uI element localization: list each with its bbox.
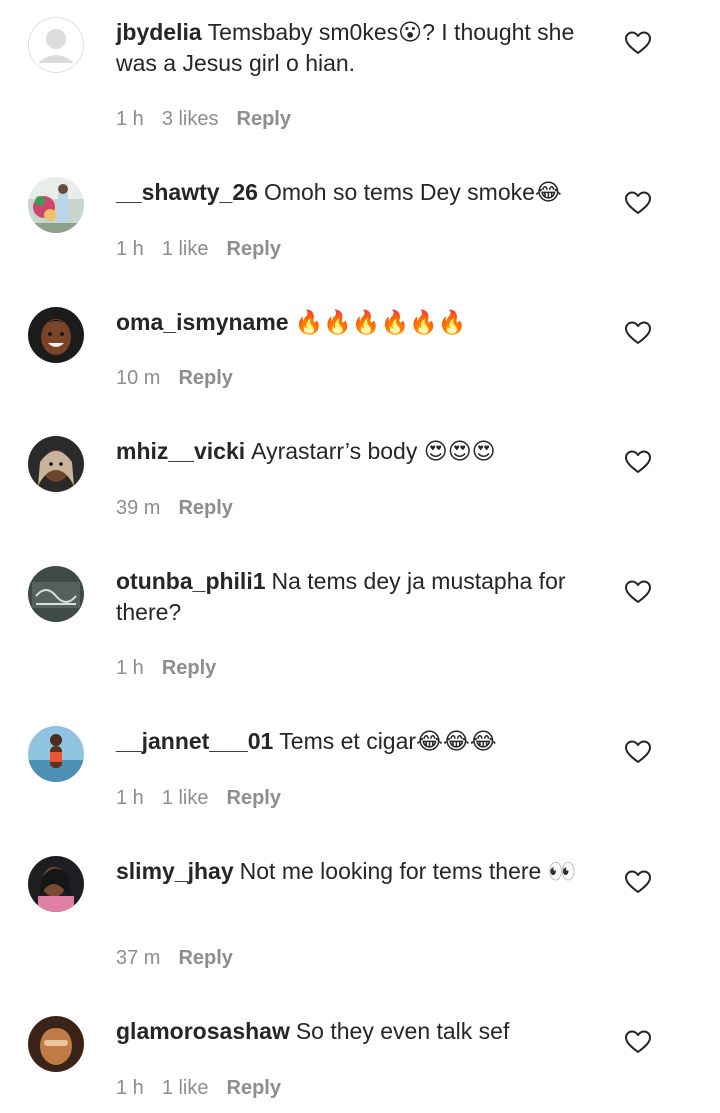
avatar[interactable] bbox=[28, 566, 84, 622]
reply-button[interactable]: Reply bbox=[178, 367, 232, 389]
comment-time: 37 m bbox=[116, 947, 161, 969]
comment-text: Not me looking for tems there 👀 bbox=[239, 858, 577, 884]
comment-likes[interactable]: 3 likes bbox=[162, 108, 219, 130]
comment-body: slimy_jhay Not me looking for tems there … bbox=[116, 856, 586, 887]
comment-time: 1 h bbox=[116, 657, 144, 679]
comment-time: 1 h bbox=[116, 1077, 144, 1099]
comment-username[interactable]: mhiz__vicki bbox=[116, 438, 245, 464]
comment-body: glamorosashaw So they even talk sef bbox=[116, 1016, 586, 1047]
like-button[interactable] bbox=[624, 30, 652, 56]
reply-button[interactable]: Reply bbox=[227, 238, 281, 260]
like-button[interactable] bbox=[624, 449, 652, 475]
comment-body: jbydelia Temsbaby sm0kes😮? I thought she … bbox=[116, 17, 586, 79]
heart-outline-icon bbox=[625, 580, 651, 603]
like-button[interactable] bbox=[624, 739, 652, 765]
like-button[interactable] bbox=[624, 1029, 652, 1055]
comment-time: 1 h bbox=[116, 787, 144, 809]
avatar[interactable] bbox=[28, 177, 84, 233]
heart-outline-icon bbox=[625, 191, 651, 214]
comment-body: mhiz__vicki Ayrastarr’s body 😍😍😍 bbox=[116, 436, 586, 467]
comment-text: So they even talk sef bbox=[295, 1018, 510, 1044]
comment-username[interactable]: jbydelia bbox=[116, 19, 202, 45]
comment-likes[interactable]: 1 like bbox=[162, 238, 209, 260]
avatar[interactable] bbox=[28, 1016, 84, 1072]
comment-meta: 1 h 1 like Reply bbox=[116, 1077, 299, 1100]
reply-button[interactable]: Reply bbox=[178, 497, 232, 519]
comment-time: 10 m bbox=[116, 367, 161, 389]
comment-username[interactable]: slimy_jhay bbox=[116, 858, 234, 884]
like-button[interactable] bbox=[624, 579, 652, 605]
comment-meta: 1 h Reply bbox=[116, 657, 234, 680]
comment-body: oma_ismyname 🔥🔥🔥🔥🔥🔥 bbox=[116, 307, 586, 338]
comment-username[interactable]: glamorosashaw bbox=[116, 1018, 290, 1044]
heart-outline-icon bbox=[625, 31, 651, 54]
heart-outline-icon bbox=[625, 321, 651, 344]
comment-meta: 10 m Reply bbox=[116, 367, 251, 390]
default-avatar-icon bbox=[28, 17, 84, 73]
comment-meta: 37 m Reply bbox=[116, 947, 251, 970]
comment-meta: 1 h 3 likes Reply bbox=[116, 108, 309, 131]
comment-body: otunba_phili1 Na tems dey ja mustapha for… bbox=[116, 566, 586, 628]
heart-outline-icon bbox=[625, 870, 651, 893]
comment-time: 1 h bbox=[116, 238, 144, 260]
reply-button[interactable]: Reply bbox=[227, 787, 281, 809]
avatar[interactable] bbox=[28, 17, 84, 73]
comment-meta: 1 h 1 like Reply bbox=[116, 787, 299, 810]
comment-body: __shawty_26 Omoh so tems Dey smoke😂 bbox=[116, 177, 586, 208]
comment-meta: 39 m Reply bbox=[116, 497, 251, 520]
comment-likes[interactable]: 1 like bbox=[162, 787, 209, 809]
like-button[interactable] bbox=[624, 869, 652, 895]
comment-text: Omoh so tems Dey smoke😂 bbox=[263, 179, 562, 205]
avatar[interactable] bbox=[28, 726, 84, 782]
reply-button[interactable]: Reply bbox=[162, 657, 216, 679]
avatar[interactable] bbox=[28, 307, 84, 363]
comment-time: 1 h bbox=[116, 108, 144, 130]
avatar[interactable] bbox=[28, 856, 84, 912]
like-button[interactable] bbox=[624, 320, 652, 346]
heart-outline-icon bbox=[625, 1030, 651, 1053]
avatar[interactable] bbox=[28, 436, 84, 492]
heart-outline-icon bbox=[625, 740, 651, 763]
reply-button[interactable]: Reply bbox=[237, 108, 291, 130]
comment-text: Ayrastarr’s body 😍😍😍 bbox=[251, 438, 496, 464]
like-button[interactable] bbox=[624, 190, 652, 216]
comment-text: Tems et cigar😂😂😂 bbox=[279, 728, 497, 754]
comment-likes[interactable]: 1 like bbox=[162, 1077, 209, 1099]
comment-username[interactable]: oma_ismyname bbox=[116, 309, 289, 335]
comment-body: __jannet___01 Tems et cigar😂😂😂 bbox=[116, 726, 586, 757]
reply-button[interactable]: Reply bbox=[178, 947, 232, 969]
comment-username[interactable]: otunba_phili1 bbox=[116, 568, 266, 594]
comment-text: 🔥🔥🔥🔥🔥🔥 bbox=[294, 309, 467, 335]
heart-outline-icon bbox=[625, 450, 651, 473]
comment-time: 39 m bbox=[116, 497, 161, 519]
comment-username[interactable]: __shawty_26 bbox=[116, 179, 258, 205]
comment-username[interactable]: __jannet___01 bbox=[116, 728, 273, 754]
comment-meta: 1 h 1 like Reply bbox=[116, 238, 299, 261]
reply-button[interactable]: Reply bbox=[227, 1077, 281, 1099]
